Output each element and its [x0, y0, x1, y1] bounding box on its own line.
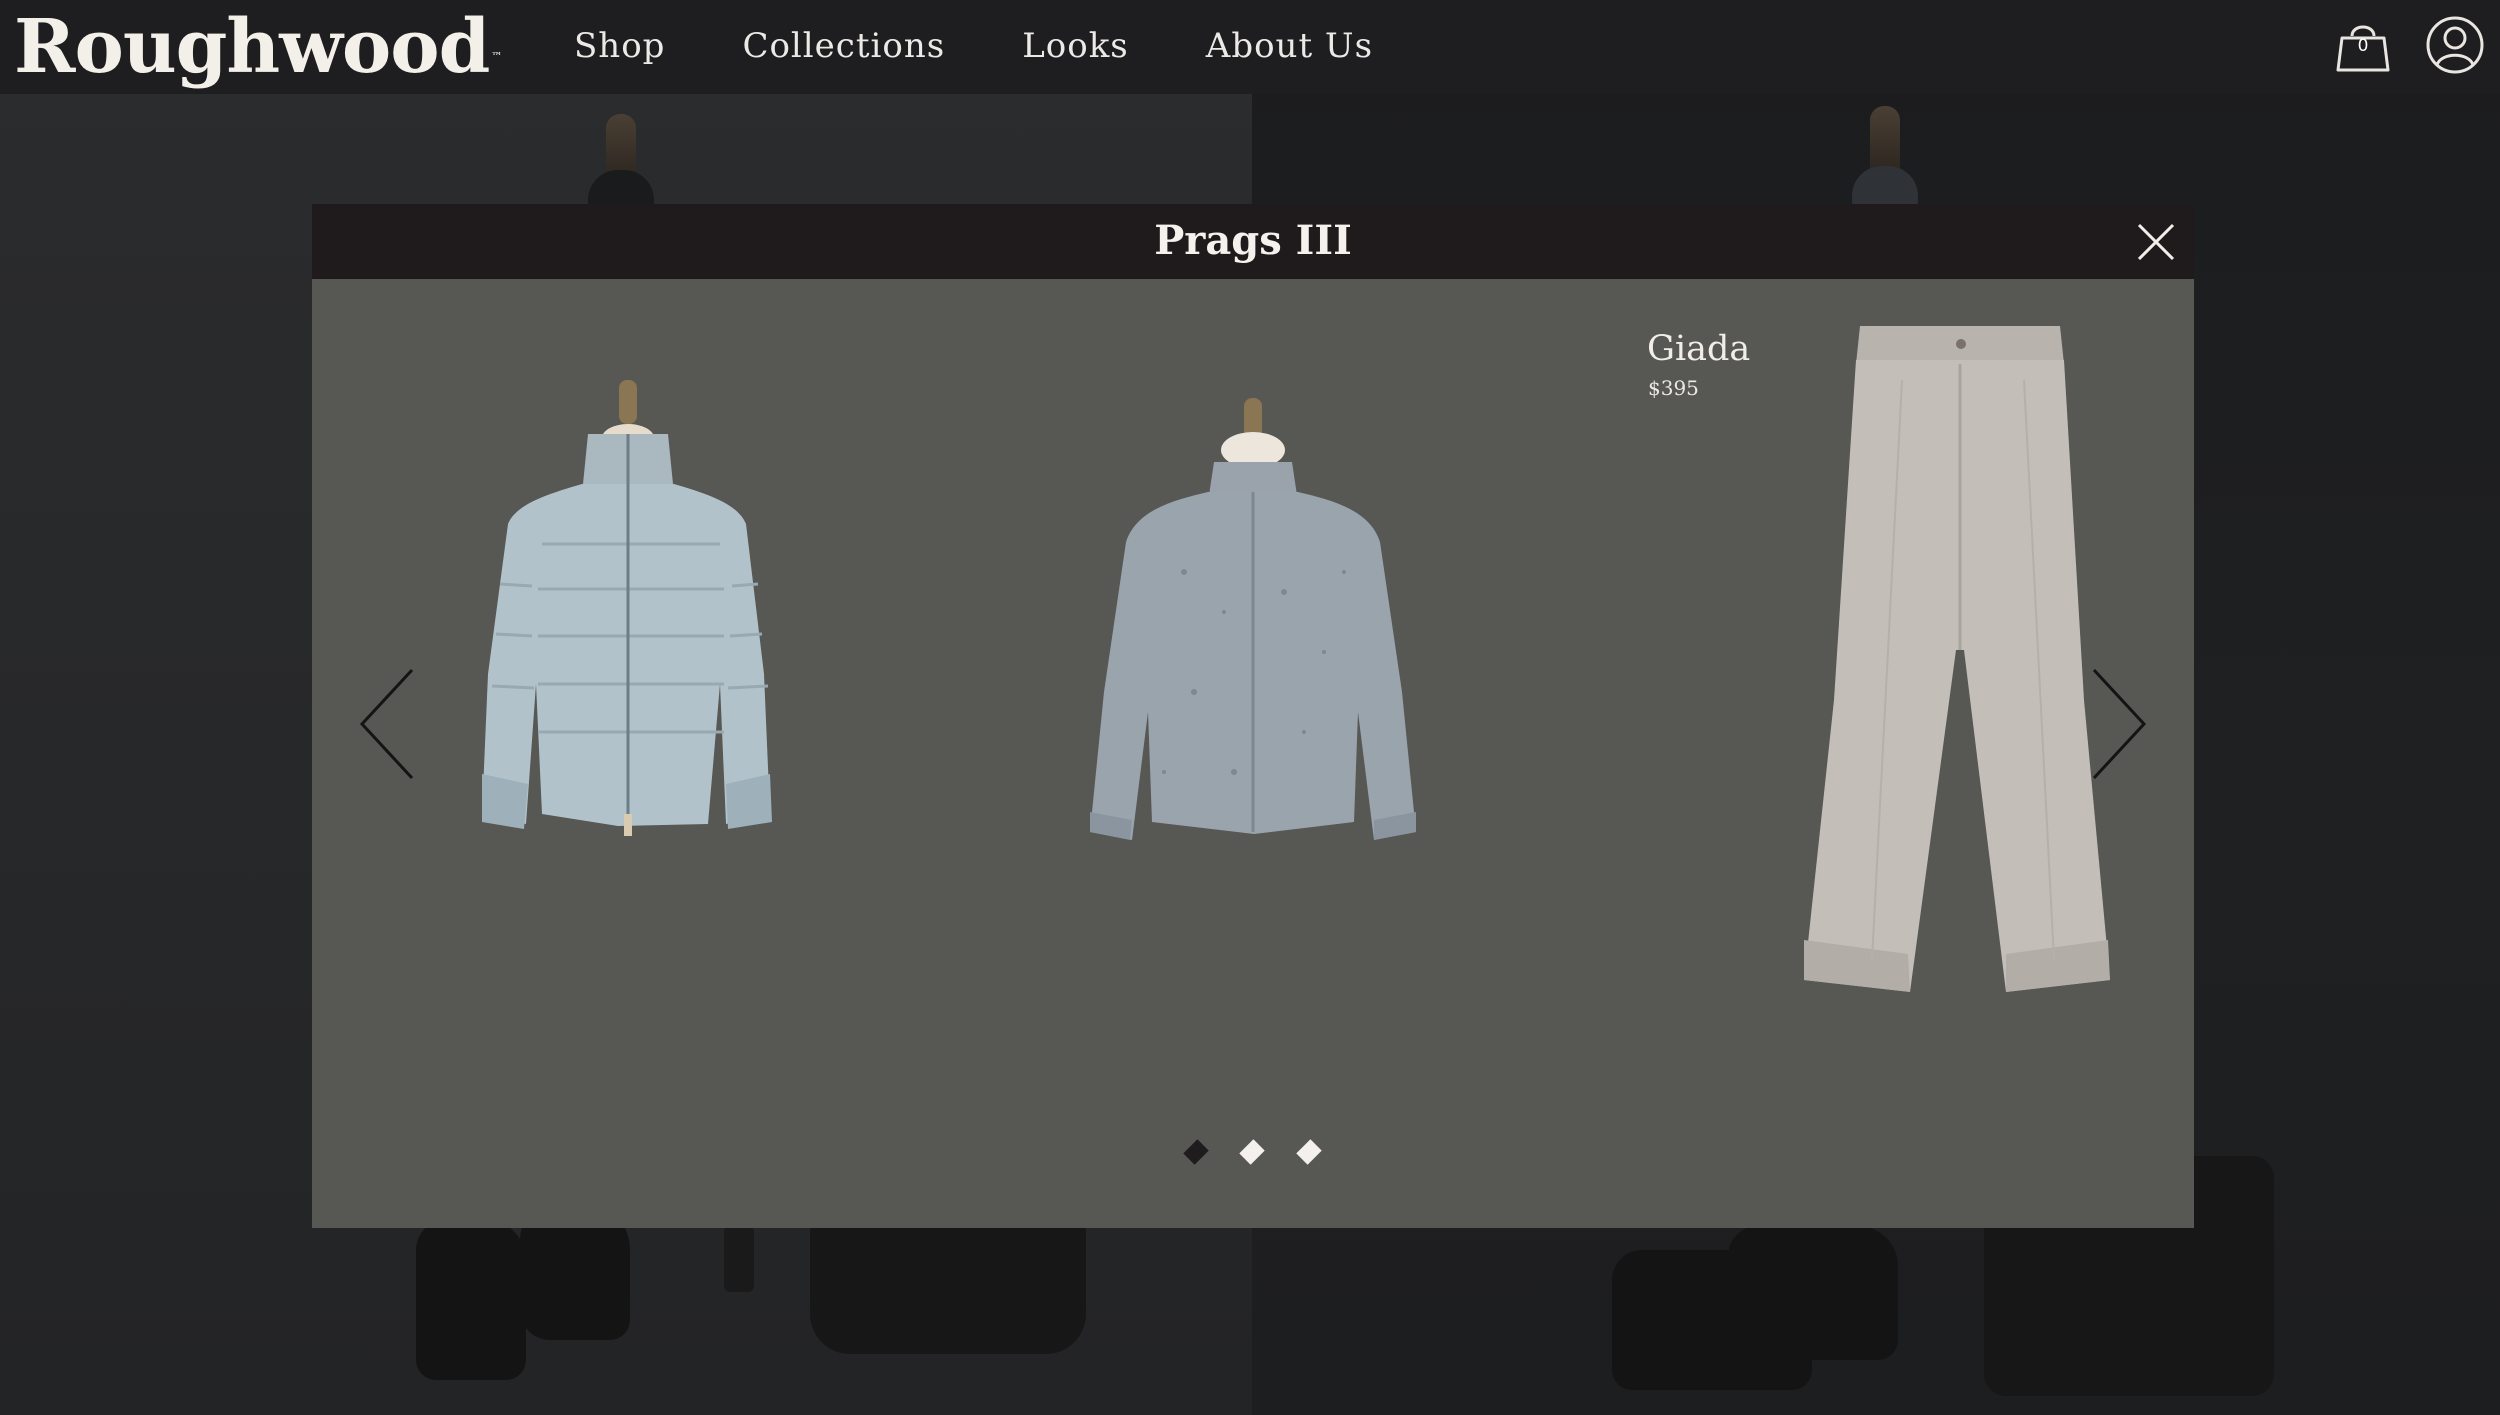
product-knit-cardigan[interactable]: [1074, 392, 1434, 862]
cart-button[interactable]: 0: [2332, 14, 2394, 76]
boot-right-2: [1728, 1226, 1898, 1360]
look-modal: Prags III Giada $395: [312, 204, 2194, 1228]
carousel-dot-2[interactable]: [1239, 1139, 1265, 1165]
stand-base: [724, 1226, 754, 1292]
account-button[interactable]: [2424, 14, 2486, 76]
nav-looks[interactable]: Looks: [1022, 22, 1129, 70]
product-image-giada-trousers: [1804, 326, 2110, 992]
carousel-dot-1[interactable]: [1183, 1139, 1209, 1165]
product-image-knit-cardigan: [1090, 398, 1416, 840]
close-icon: [2137, 223, 2175, 261]
product-image-puffer-jacket: [482, 380, 772, 836]
modal-header: Prags III: [312, 204, 2194, 279]
trademark-mark: ™: [491, 50, 502, 63]
nav-shop[interactable]: Shop: [574, 22, 665, 70]
brand-logo[interactable]: Roughwood ™: [14, 4, 502, 90]
site-header: Roughwood ™ Shop Collections Looks About …: [0, 0, 2500, 94]
product-giada-trousers[interactable]: [1742, 320, 2182, 1000]
main-nav: Shop Collections Looks About Us: [574, 22, 1373, 70]
chevron-left-icon: [359, 668, 414, 780]
product-puffer-jacket[interactable]: [438, 374, 818, 874]
carousel-dot-3[interactable]: [1296, 1139, 1322, 1165]
bag-left: [810, 1220, 1086, 1354]
carousel-pagination: [312, 1138, 2194, 1168]
boot-left-1: [416, 1220, 526, 1380]
user-circle-icon: [2426, 16, 2484, 74]
close-button[interactable]: [2135, 221, 2177, 263]
product-price: $395: [1648, 376, 1699, 400]
nav-about-us[interactable]: About Us: [1206, 22, 1373, 70]
cart-count: 0: [2357, 36, 2369, 56]
modal-title: Prags III: [1154, 217, 1352, 264]
product-name[interactable]: Giada: [1647, 326, 1750, 372]
nav-collections[interactable]: Collections: [742, 22, 945, 70]
carousel-prev-button[interactable]: [356, 664, 420, 784]
brand-name: Roughwood: [14, 4, 490, 90]
